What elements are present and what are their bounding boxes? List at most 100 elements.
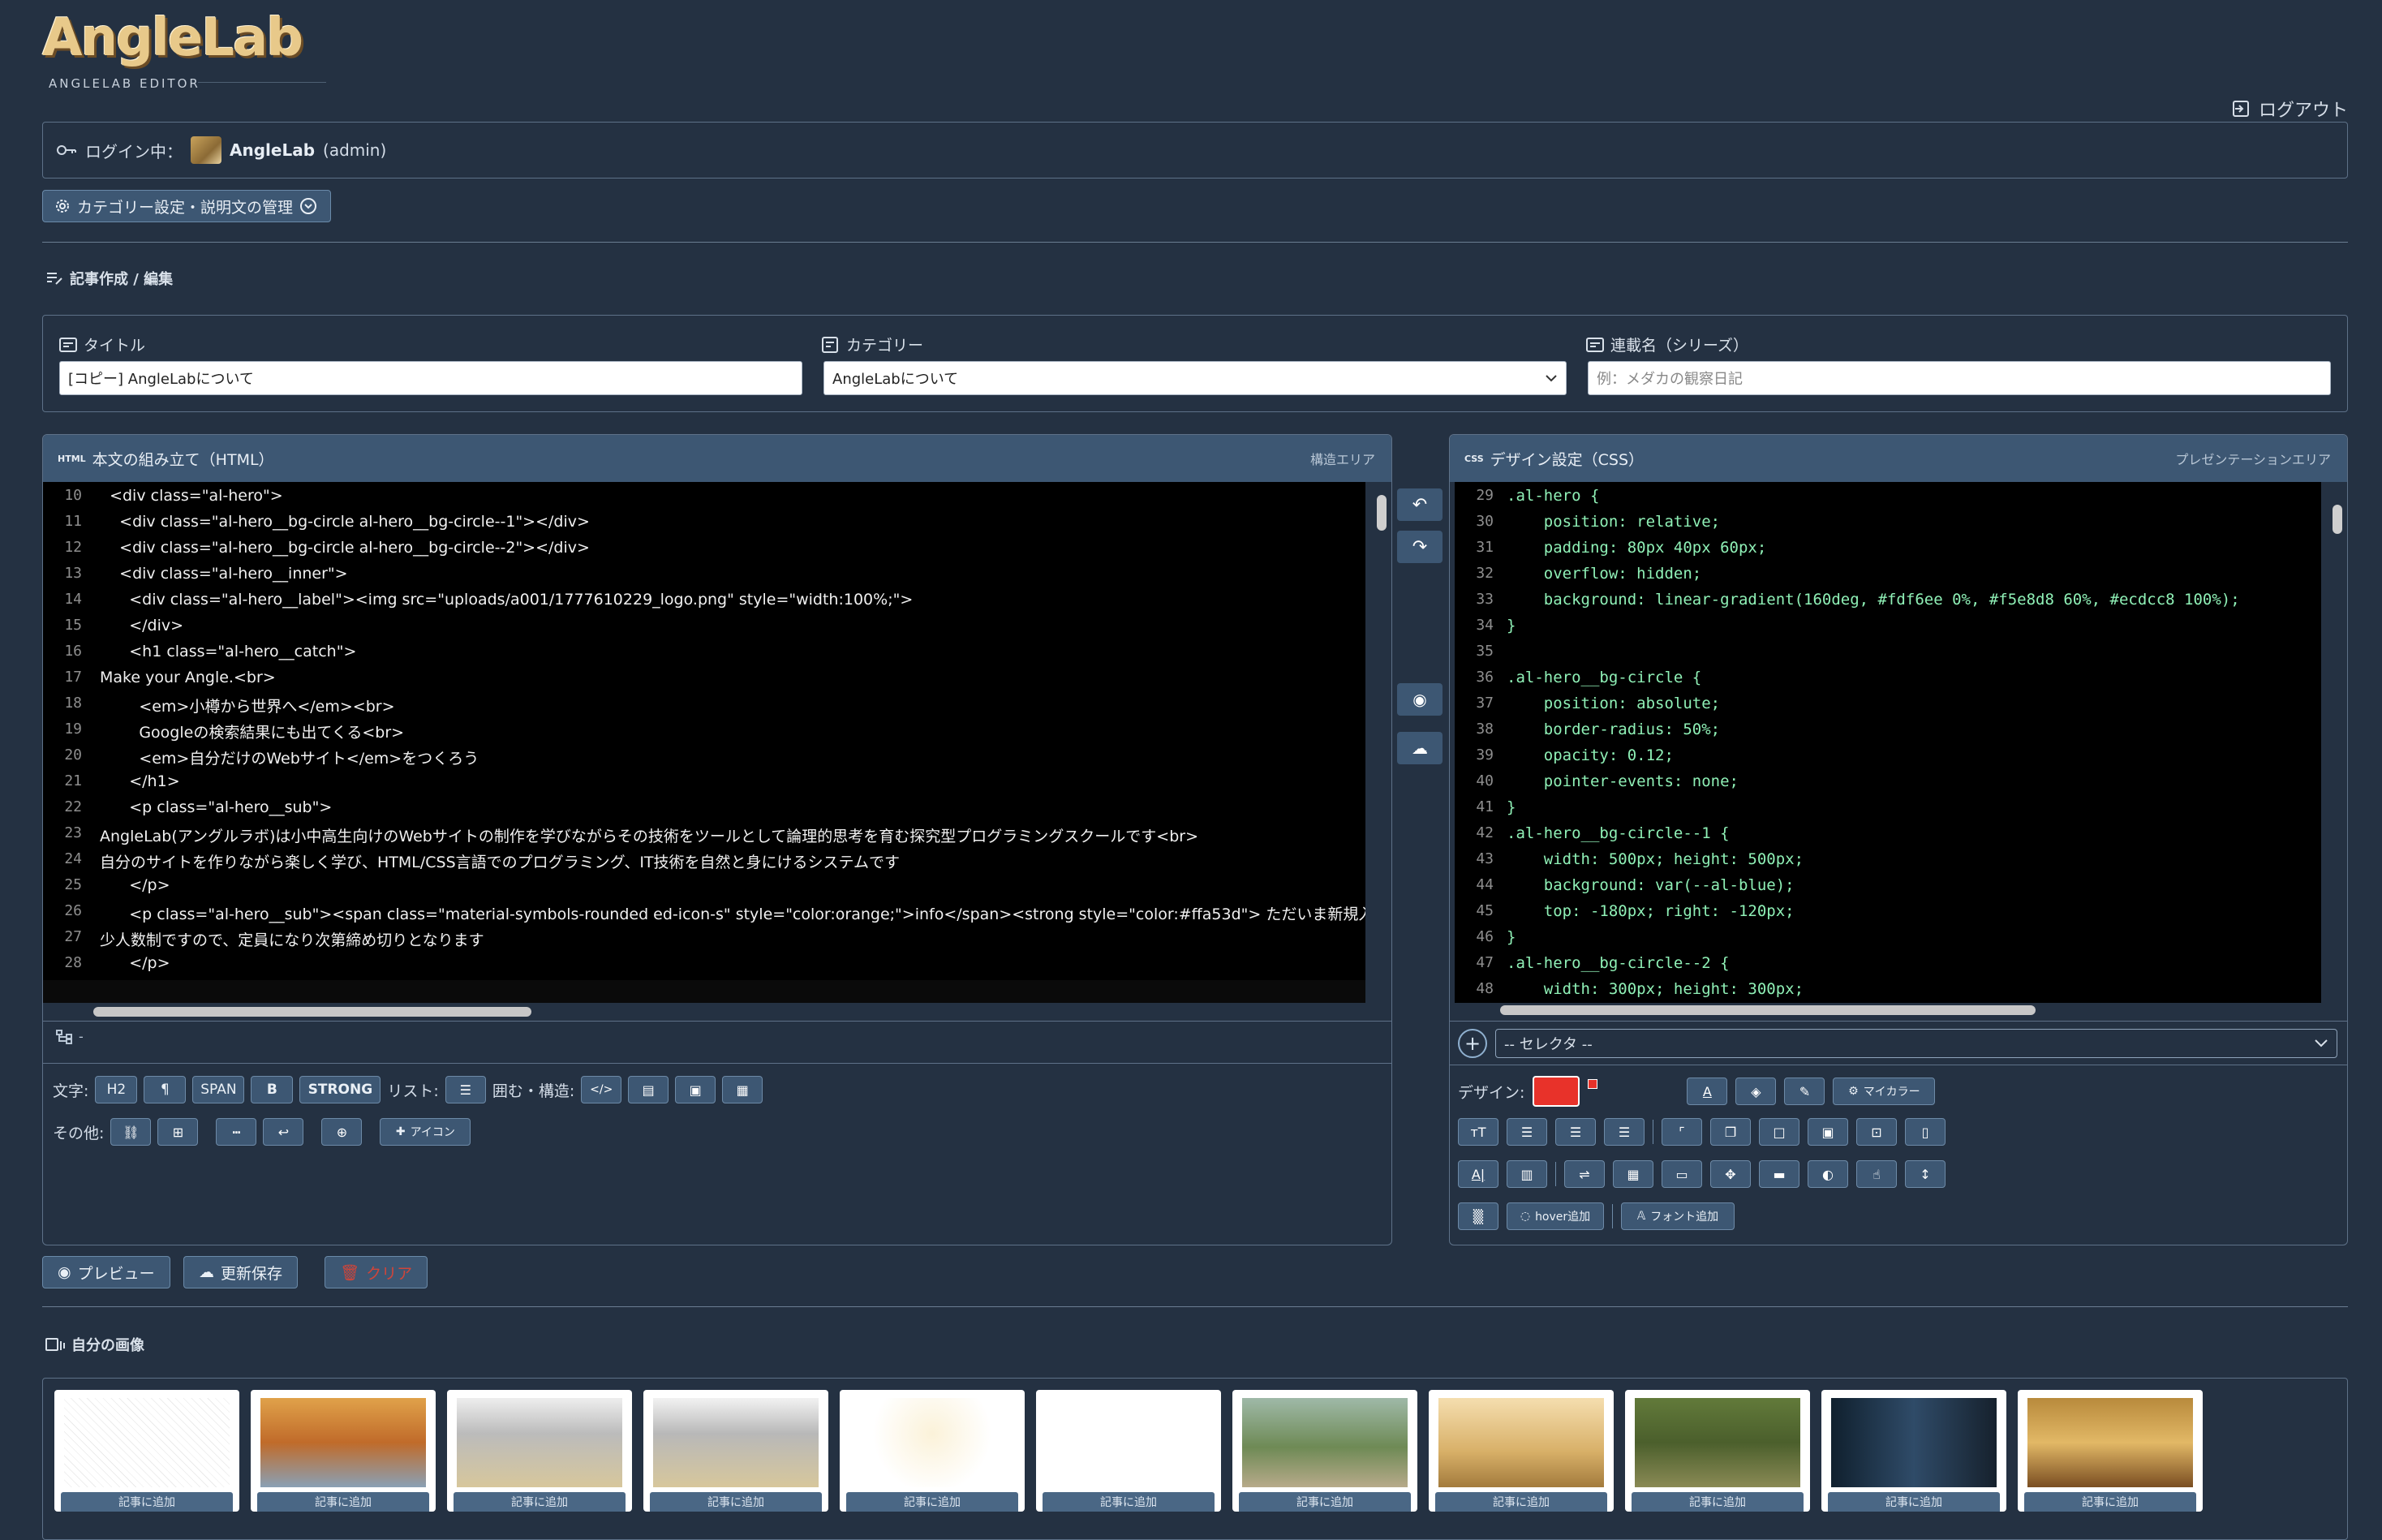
- link-button[interactable]: ⛓: [110, 1118, 152, 1146]
- add-to-article-button[interactable]: 記事に追加: [1043, 1492, 1215, 1512]
- add-to-article-button[interactable]: 記事に追加: [1828, 1492, 2000, 1512]
- align-left-button[interactable]: ☰: [1507, 1118, 1547, 1146]
- category-select[interactable]: AngleLabについて: [823, 361, 1567, 395]
- my-color-button[interactable]: ⚙ マイカラー: [1833, 1078, 1936, 1105]
- image-thumbnail[interactable]: 記事に追加: [54, 1390, 239, 1512]
- list-button[interactable]: ☰: [445, 1076, 486, 1103]
- image-thumbnail[interactable]: 記事に追加: [2018, 1390, 2203, 1512]
- shadow-button[interactable]: ❐: [1710, 1118, 1751, 1146]
- design-toolbar-row-2: тТ ☰ ☰ ☰ ⌜ ❐ □ ▣ ⊡ ▯: [1458, 1118, 1946, 1146]
- code-line: </p>: [100, 954, 170, 972]
- add-to-article-button[interactable]: 記事に追加: [846, 1492, 1018, 1512]
- wrap-section-button[interactable]: ▤: [628, 1076, 669, 1103]
- color-picker[interactable]: [1533, 1076, 1580, 1107]
- image-thumbnail[interactable]: 記事に追加: [447, 1390, 632, 1512]
- shadow-icon: ❐: [1724, 1124, 1737, 1140]
- background-button[interactable]: ▬: [1759, 1160, 1799, 1188]
- code-line: AngleLab(アングルラボ)は小中高生向けのWebサイトの制作を学びながらそ…: [100, 828, 1198, 845]
- vertical-scrollbar[interactable]: [1377, 495, 1387, 531]
- horizontal-scrollbar[interactable]: [93, 1007, 531, 1017]
- add-to-article-button[interactable]: 記事に追加: [650, 1492, 822, 1512]
- wrap-code-button[interactable]: </>: [581, 1076, 622, 1103]
- grid-button[interactable]: ▦: [1613, 1160, 1653, 1188]
- image-thumbnail[interactable]: 記事に追加: [1625, 1390, 1810, 1512]
- code-line: <div class="al-hero">: [100, 487, 283, 505]
- height-button[interactable]: ▯: [1905, 1118, 1946, 1146]
- gradient-button[interactable]: ▒: [1458, 1202, 1498, 1230]
- columns-button[interactable]: ▥: [1507, 1160, 1547, 1188]
- add-to-article-button[interactable]: 記事に追加: [1239, 1492, 1411, 1512]
- line-height-button[interactable]: ↕: [1905, 1160, 1946, 1188]
- divider: [42, 1306, 2348, 1307]
- add-to-article-button[interactable]: 記事に追加: [1632, 1492, 1804, 1512]
- letter-spacing-button[interactable]: A|: [1458, 1160, 1498, 1188]
- table-button[interactable]: ⊞: [157, 1118, 199, 1146]
- shapes-icon: ✚: [395, 1125, 406, 1138]
- recent-color-swatch[interactable]: [1588, 1079, 1598, 1089]
- line-number: 24: [64, 850, 82, 867]
- padding-button[interactable]: ▣: [1808, 1118, 1848, 1146]
- undo-button[interactable]: ↶: [1397, 488, 1443, 521]
- image-thumbnail[interactable]: 記事に追加: [1429, 1390, 1614, 1512]
- align-right-button[interactable]: ☰: [1604, 1118, 1645, 1146]
- span-button[interactable]: SPAN: [192, 1076, 245, 1103]
- image-thumbnail[interactable]: 記事に追加: [643, 1390, 828, 1512]
- radius-button[interactable]: ⌜: [1662, 1118, 1702, 1146]
- preview-button[interactable]: ◉ プレビュー: [42, 1256, 170, 1288]
- category-settings-button[interactable]: カテゴリー設定・説明文の管理: [42, 190, 331, 222]
- cursor-button[interactable]: ☝: [1856, 1160, 1897, 1188]
- wrap-box-button[interactable]: ▣: [675, 1076, 716, 1103]
- add-to-article-button[interactable]: 記事に追加: [1435, 1492, 1607, 1512]
- text-color-button[interactable]: A: [1687, 1078, 1728, 1105]
- redo-button[interactable]: ↷: [1397, 531, 1443, 563]
- icon-insert-button[interactable]: ✚ アイコン: [380, 1118, 471, 1146]
- logout-link[interactable]: ログアウト: [2231, 96, 2348, 122]
- image-thumbnail[interactable]: 記事に追加: [1036, 1390, 1221, 1512]
- bg-color-button[interactable]: ◈: [1735, 1078, 1777, 1105]
- position-button[interactable]: ✥: [1710, 1160, 1751, 1188]
- strong-button[interactable]: STRONG: [299, 1076, 381, 1103]
- preview-side-button[interactable]: ◉: [1397, 683, 1443, 716]
- horizontal-scrollbar[interactable]: [1500, 1005, 2036, 1015]
- save-side-button[interactable]: ☁: [1397, 732, 1443, 764]
- hover-add-button[interactable]: ◌ hover追加: [1507, 1202, 1604, 1230]
- html-code-editor[interactable]: 10 <div class="al-hero"> 11 <div class="a…: [43, 482, 1365, 1003]
- font-add-button[interactable]: 𝔸 フォント追加: [1621, 1202, 1735, 1230]
- align-center-button[interactable]: ☰: [1555, 1118, 1596, 1146]
- wrap-block-button[interactable]: ▦: [722, 1076, 763, 1103]
- flex-button[interactable]: ▭: [1662, 1160, 1702, 1188]
- series-input[interactable]: 例：メダカの観察日記: [1588, 361, 2331, 395]
- add-selector-button[interactable]: +: [1458, 1029, 1487, 1058]
- add-to-article-button[interactable]: 記事に追加: [454, 1492, 626, 1512]
- line-number: 34: [1476, 617, 1494, 634]
- add-to-article-button[interactable]: 記事に追加: [2024, 1492, 2196, 1512]
- image-thumbnail[interactable]: 記事に追加: [1821, 1390, 2006, 1512]
- wrap-button[interactable]: ⇌: [1564, 1160, 1605, 1188]
- border-color-button[interactable]: ✎: [1784, 1078, 1825, 1105]
- margin-button[interactable]: ⊡: [1856, 1118, 1897, 1146]
- font-size-button[interactable]: тТ: [1458, 1118, 1498, 1146]
- bold-button[interactable]: B: [251, 1076, 294, 1103]
- comment-button[interactable]: ⊕: [321, 1118, 363, 1146]
- css-code-editor[interactable]: 29 .al-hero {30 position: relative; 31 pad…: [1455, 482, 2321, 1003]
- vertical-scrollbar[interactable]: [2333, 505, 2342, 534]
- add-to-article-button[interactable]: 記事に追加: [61, 1492, 233, 1512]
- selector-select[interactable]: -- セレクタ --: [1495, 1029, 2337, 1058]
- image-thumbnail[interactable]: 記事に追加: [1232, 1390, 1417, 1512]
- code-line: }: [1507, 617, 1516, 634]
- image-thumbnail[interactable]: 記事に追加: [840, 1390, 1025, 1512]
- clear-button[interactable]: 🗑 クリア: [325, 1256, 428, 1288]
- padding-icon: ▣: [1821, 1124, 1834, 1140]
- border-button[interactable]: □: [1759, 1118, 1799, 1146]
- css-panel-header: CSS デザイン設定（CSS） プレゼンテーションエリア: [1450, 435, 2347, 482]
- hr-button[interactable]: ┅: [216, 1118, 257, 1146]
- title-input[interactable]: [コピー] AngleLabについて: [59, 361, 802, 395]
- code-line: Googleの検索結果にも出てくる<br>: [100, 724, 405, 742]
- image-thumbnail[interactable]: 記事に追加: [251, 1390, 436, 1512]
- paragraph-button[interactable]: ¶: [144, 1076, 187, 1103]
- opacity-button[interactable]: ◐: [1808, 1160, 1848, 1188]
- line-break-button[interactable]: ↩: [263, 1118, 304, 1146]
- update-save-button[interactable]: ☁ 更新保存: [183, 1256, 299, 1288]
- h2-button[interactable]: H2: [95, 1076, 138, 1103]
- add-to-article-button[interactable]: 記事に追加: [257, 1492, 429, 1512]
